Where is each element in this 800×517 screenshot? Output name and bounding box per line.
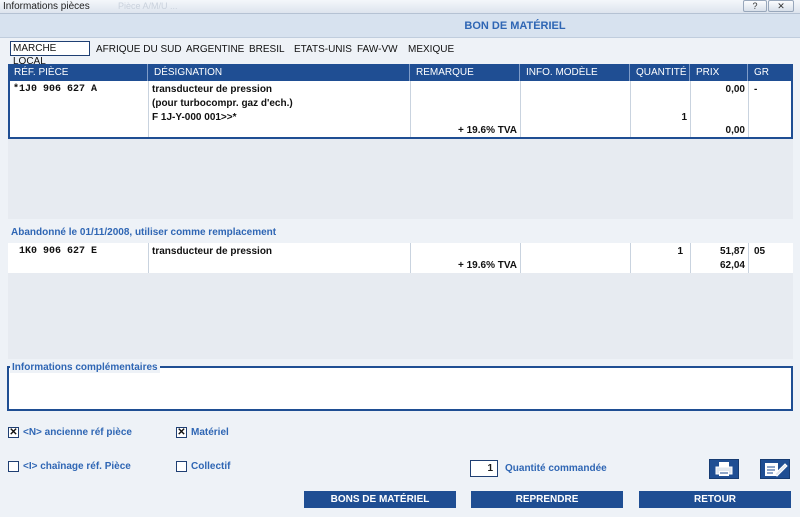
header-bar: BON DE MATÉRIEL	[0, 14, 800, 38]
part-reference: 1K0 906 627 E	[19, 246, 98, 257]
col-remarque[interactable]: REMARQUE	[410, 64, 520, 81]
quantity-value: 1	[677, 246, 683, 257]
tab-etats-unis[interactable]: ETATS-UNIS	[294, 44, 352, 57]
tab-marche-local[interactable]: MARCHE LOCAL	[10, 41, 90, 67]
quantity-value: 1	[681, 112, 687, 123]
collectif-label: Collectif	[191, 461, 231, 472]
col-info-modele[interactable]: INFO. MODÈLE	[520, 64, 630, 81]
help-button[interactable]: ?	[743, 0, 767, 12]
materiel-label: Matériel	[191, 427, 229, 438]
tab-afrique-du-sud[interactable]: AFRIQUE DU SUD	[96, 44, 182, 57]
replacement-note: Abandonné le 01/11/2008, utiliser comme …	[11, 227, 277, 238]
col-gr[interactable]: GR	[748, 64, 793, 81]
background-window-title: Pièce A/M/U ...	[118, 1, 178, 11]
designation-line: transducteur de pression	[152, 246, 273, 257]
tab-mexique[interactable]: MEXIQUE	[408, 44, 454, 57]
quantity-label: Quantité commandée	[505, 463, 607, 474]
col-designation[interactable]: DÉSIGNATION	[148, 64, 410, 81]
close-button[interactable]: ✕	[768, 0, 794, 12]
tab-argentine[interactable]: ARGENTINE	[186, 44, 244, 57]
info-label: Informations complémentaires	[10, 362, 160, 373]
designation-line: F 1J-Y-000 001>>*	[152, 112, 237, 123]
edit-button[interactable]	[760, 459, 790, 479]
vat-remark: + 19.6% TVA	[457, 260, 517, 271]
window-title: Informations pièces	[3, 1, 90, 12]
table-row[interactable]: *1J0 906 627 A transducteur de pression …	[8, 81, 793, 139]
table-header: RÉF. PIÈCE DÉSIGNATION REMARQUE INFO. MO…	[8, 64, 793, 81]
collectif-checkbox[interactable]	[176, 461, 187, 472]
tab-bresil[interactable]: BRESIL	[249, 44, 285, 57]
price-value: 0,00	[725, 84, 745, 95]
page-title: BON DE MATÉRIEL	[464, 20, 566, 32]
print-button[interactable]	[709, 459, 739, 479]
group-value: -	[754, 84, 758, 95]
price-incl-vat: 0,00	[725, 125, 745, 136]
price-incl-vat: 62,04	[719, 260, 745, 271]
price-value: 51,87	[719, 246, 745, 257]
vat-remark: + 19.6% TVA	[457, 125, 517, 136]
empty-table-area	[8, 139, 793, 219]
quantity-input[interactable]: 1	[470, 460, 498, 477]
printer-icon	[715, 462, 733, 476]
empty-table-area	[8, 273, 793, 359]
col-prix[interactable]: PRIX	[690, 64, 748, 81]
table-row[interactable]: 1K0 906 627 E transducteur de pression +…	[8, 243, 793, 273]
col-ref-piece[interactable]: RÉF. PIÈCE	[8, 64, 148, 81]
ancienne-ref-checkbox[interactable]: ✕	[8, 427, 19, 438]
ancienne-ref-label: <N> ancienne réf pièce	[23, 427, 132, 438]
col-quantite[interactable]: QUANTITÉ	[630, 64, 690, 81]
chainage-label: <I> chaînage réf. Pièce	[23, 461, 131, 472]
edit-icon	[765, 463, 788, 477]
bons-de-materiel-button[interactable]: BONS DE MATÉRIEL	[304, 491, 456, 508]
title-bar: Informations pièces Pièce A/M/U ... ? ✕	[0, 0, 800, 14]
group-value: 05	[754, 246, 766, 257]
reprendre-button[interactable]: REPRENDRE	[471, 491, 623, 508]
chainage-checkbox[interactable]	[8, 461, 19, 472]
materiel-checkbox[interactable]: ✕	[176, 427, 187, 438]
tab-faw-vw[interactable]: FAW-VW	[357, 44, 398, 57]
part-reference: *1J0 906 627 A	[13, 84, 98, 95]
parts-info-window: Informations pièces Pièce A/M/U ... ? ✕ …	[0, 0, 800, 517]
retour-button[interactable]: RETOUR	[639, 491, 791, 508]
designation-line: transducteur de pression	[152, 84, 273, 95]
designation-line: (pour turbocompr. gaz d'ech.)	[152, 98, 293, 109]
